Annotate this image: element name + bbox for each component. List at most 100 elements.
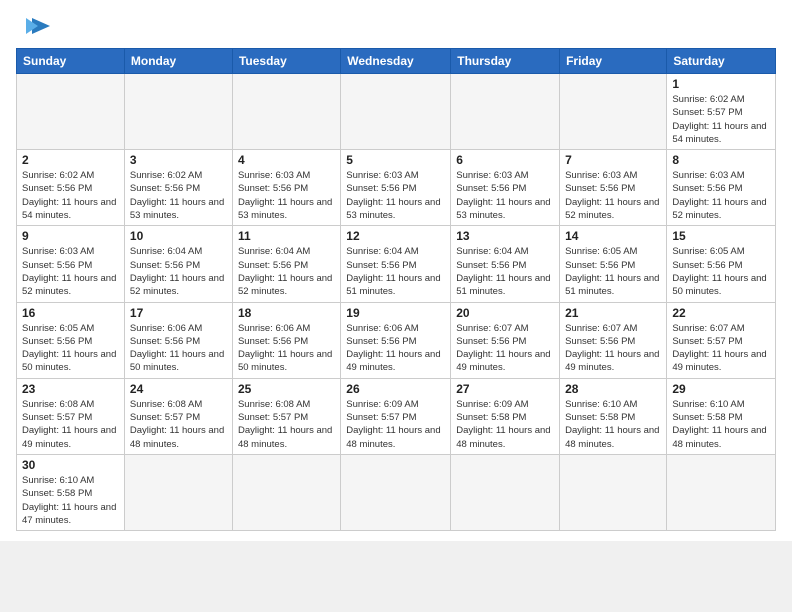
calendar-day: 13 Sunrise: 6:04 AMSunset: 5:56 PMDayligh… <box>451 226 560 302</box>
day-info: Sunrise: 6:06 AMSunset: 5:56 PMDaylight:… <box>346 322 445 375</box>
day-number: 29 <box>672 382 770 396</box>
calendar-day: 20 Sunrise: 6:07 AMSunset: 5:56 PMDayligh… <box>451 302 560 378</box>
day-number: 28 <box>565 382 661 396</box>
weekday-header-sunday: Sunday <box>17 49 125 74</box>
day-info: Sunrise: 6:02 AMSunset: 5:56 PMDaylight:… <box>130 169 227 222</box>
calendar-day: 19 Sunrise: 6:06 AMSunset: 5:56 PMDayligh… <box>341 302 451 378</box>
calendar-day: 27 Sunrise: 6:09 AMSunset: 5:58 PMDayligh… <box>451 378 560 454</box>
logo-icon <box>24 16 52 38</box>
calendar: SundayMondayTuesdayWednesdayThursdayFrid… <box>16 48 776 531</box>
calendar-day: 21 Sunrise: 6:07 AMSunset: 5:56 PMDayligh… <box>560 302 667 378</box>
day-info: Sunrise: 6:03 AMSunset: 5:56 PMDaylight:… <box>346 169 445 222</box>
day-info: Sunrise: 6:04 AMSunset: 5:56 PMDaylight:… <box>456 245 554 298</box>
header <box>16 16 776 38</box>
logo <box>16 16 52 38</box>
day-info: Sunrise: 6:06 AMSunset: 5:56 PMDaylight:… <box>130 322 227 375</box>
day-number: 18 <box>238 306 335 320</box>
calendar-day: 11Sunrise: 6:04 AMSunset: 5:56 PMDayligh… <box>232 226 340 302</box>
day-number: 8 <box>672 153 770 167</box>
day-number: 26 <box>346 382 445 396</box>
day-info: Sunrise: 6:05 AMSunset: 5:56 PMDaylight:… <box>672 245 770 298</box>
day-info: Sunrise: 6:03 AMSunset: 5:56 PMDaylight:… <box>456 169 554 222</box>
day-info: Sunrise: 6:03 AMSunset: 5:56 PMDaylight:… <box>238 169 335 222</box>
day-number: 27 <box>456 382 554 396</box>
calendar-header-row: SundayMondayTuesdayWednesdayThursdayFrid… <box>17 49 776 74</box>
calendar-day: 3 Sunrise: 6:02 AMSunset: 5:56 PMDaylight… <box>124 150 232 226</box>
calendar-day <box>124 74 232 150</box>
day-number: 3 <box>130 153 227 167</box>
day-info: Sunrise: 6:06 AMSunset: 5:56 PMDaylight:… <box>238 322 335 375</box>
day-number: 2 <box>22 153 119 167</box>
calendar-day <box>451 454 560 530</box>
calendar-day: 4Sunrise: 6:03 AMSunset: 5:56 PMDaylight… <box>232 150 340 226</box>
calendar-day <box>560 74 667 150</box>
day-info: Sunrise: 6:02 AMSunset: 5:57 PMDaylight:… <box>672 93 770 146</box>
day-info: Sunrise: 6:09 AMSunset: 5:58 PMDaylight:… <box>456 398 554 451</box>
calendar-day <box>17 74 125 150</box>
day-number: 1 <box>672 77 770 91</box>
calendar-day: 28 Sunrise: 6:10 AMSunset: 5:58 PMDayligh… <box>560 378 667 454</box>
day-number: 23 <box>22 382 119 396</box>
day-info: Sunrise: 6:10 AMSunset: 5:58 PMDaylight:… <box>565 398 661 451</box>
weekday-header-saturday: Saturday <box>667 49 776 74</box>
day-number: 11 <box>238 229 335 243</box>
day-info: Sunrise: 6:07 AMSunset: 5:56 PMDaylight:… <box>565 322 661 375</box>
calendar-day: 26 Sunrise: 6:09 AMSunset: 5:57 PMDayligh… <box>341 378 451 454</box>
day-info: Sunrise: 6:08 AMSunset: 5:57 PMDaylight:… <box>22 398 119 451</box>
calendar-day <box>341 454 451 530</box>
calendar-day <box>667 454 776 530</box>
day-info: Sunrise: 6:03 AMSunset: 5:56 PMDaylight:… <box>565 169 661 222</box>
day-number: 20 <box>456 306 554 320</box>
day-number: 21 <box>565 306 661 320</box>
calendar-day <box>560 454 667 530</box>
day-info: Sunrise: 6:03 AMSunset: 5:56 PMDaylight:… <box>672 169 770 222</box>
day-info: Sunrise: 6:05 AMSunset: 5:56 PMDaylight:… <box>22 322 119 375</box>
calendar-day: 17 Sunrise: 6:06 AMSunset: 5:56 PMDayligh… <box>124 302 232 378</box>
calendar-week-5: 23 Sunrise: 6:08 AMSunset: 5:57 PMDayligh… <box>17 378 776 454</box>
day-number: 9 <box>22 229 119 243</box>
day-number: 7 <box>565 153 661 167</box>
calendar-day <box>341 74 451 150</box>
day-info: Sunrise: 6:04 AMSunset: 5:56 PMDaylight:… <box>130 245 227 298</box>
calendar-day: 15Sunrise: 6:05 AMSunset: 5:56 PMDayligh… <box>667 226 776 302</box>
day-number: 16 <box>22 306 119 320</box>
calendar-week-4: 16 Sunrise: 6:05 AMSunset: 5:56 PMDayligh… <box>17 302 776 378</box>
calendar-day: 7 Sunrise: 6:03 AMSunset: 5:56 PMDaylight… <box>560 150 667 226</box>
calendar-day: 14 Sunrise: 6:05 AMSunset: 5:56 PMDayligh… <box>560 226 667 302</box>
weekday-header-monday: Monday <box>124 49 232 74</box>
day-info: Sunrise: 6:10 AMSunset: 5:58 PMDaylight:… <box>672 398 770 451</box>
day-number: 13 <box>456 229 554 243</box>
day-number: 5 <box>346 153 445 167</box>
weekday-header-tuesday: Tuesday <box>232 49 340 74</box>
day-info: Sunrise: 6:05 AMSunset: 5:56 PMDaylight:… <box>565 245 661 298</box>
calendar-week-3: 9 Sunrise: 6:03 AMSunset: 5:56 PMDaylight… <box>17 226 776 302</box>
day-info: Sunrise: 6:07 AMSunset: 5:57 PMDaylight:… <box>672 322 770 375</box>
calendar-day: 5 Sunrise: 6:03 AMSunset: 5:56 PMDaylight… <box>341 150 451 226</box>
calendar-day: 18 Sunrise: 6:06 AMSunset: 5:56 PMDayligh… <box>232 302 340 378</box>
day-number: 25 <box>238 382 335 396</box>
weekday-header-thursday: Thursday <box>451 49 560 74</box>
calendar-day: 16 Sunrise: 6:05 AMSunset: 5:56 PMDayligh… <box>17 302 125 378</box>
day-info: Sunrise: 6:09 AMSunset: 5:57 PMDaylight:… <box>346 398 445 451</box>
day-number: 24 <box>130 382 227 396</box>
day-number: 10 <box>130 229 227 243</box>
page: SundayMondayTuesdayWednesdayThursdayFrid… <box>0 0 792 541</box>
calendar-day: 8 Sunrise: 6:03 AMSunset: 5:56 PMDaylight… <box>667 150 776 226</box>
day-info: Sunrise: 6:04 AMSunset: 5:56 PMDaylight:… <box>346 245 445 298</box>
calendar-day: 29 Sunrise: 6:10 AMSunset: 5:58 PMDayligh… <box>667 378 776 454</box>
day-info: Sunrise: 6:03 AMSunset: 5:56 PMDaylight:… <box>22 245 119 298</box>
day-number: 6 <box>456 153 554 167</box>
day-number: 30 <box>22 458 119 472</box>
weekday-header-wednesday: Wednesday <box>341 49 451 74</box>
calendar-week-6: 30Sunrise: 6:10 AMSunset: 5:58 PMDayligh… <box>17 454 776 530</box>
day-number: 14 <box>565 229 661 243</box>
day-number: 17 <box>130 306 227 320</box>
day-info: Sunrise: 6:07 AMSunset: 5:56 PMDaylight:… <box>456 322 554 375</box>
day-number: 19 <box>346 306 445 320</box>
day-info: Sunrise: 6:08 AMSunset: 5:57 PMDaylight:… <box>130 398 227 451</box>
calendar-day: 1 Sunrise: 6:02 AMSunset: 5:57 PMDaylight… <box>667 74 776 150</box>
calendar-day <box>124 454 232 530</box>
day-number: 12 <box>346 229 445 243</box>
calendar-day: 2Sunrise: 6:02 AMSunset: 5:56 PMDaylight… <box>17 150 125 226</box>
calendar-day: 12 Sunrise: 6:04 AMSunset: 5:56 PMDayligh… <box>341 226 451 302</box>
